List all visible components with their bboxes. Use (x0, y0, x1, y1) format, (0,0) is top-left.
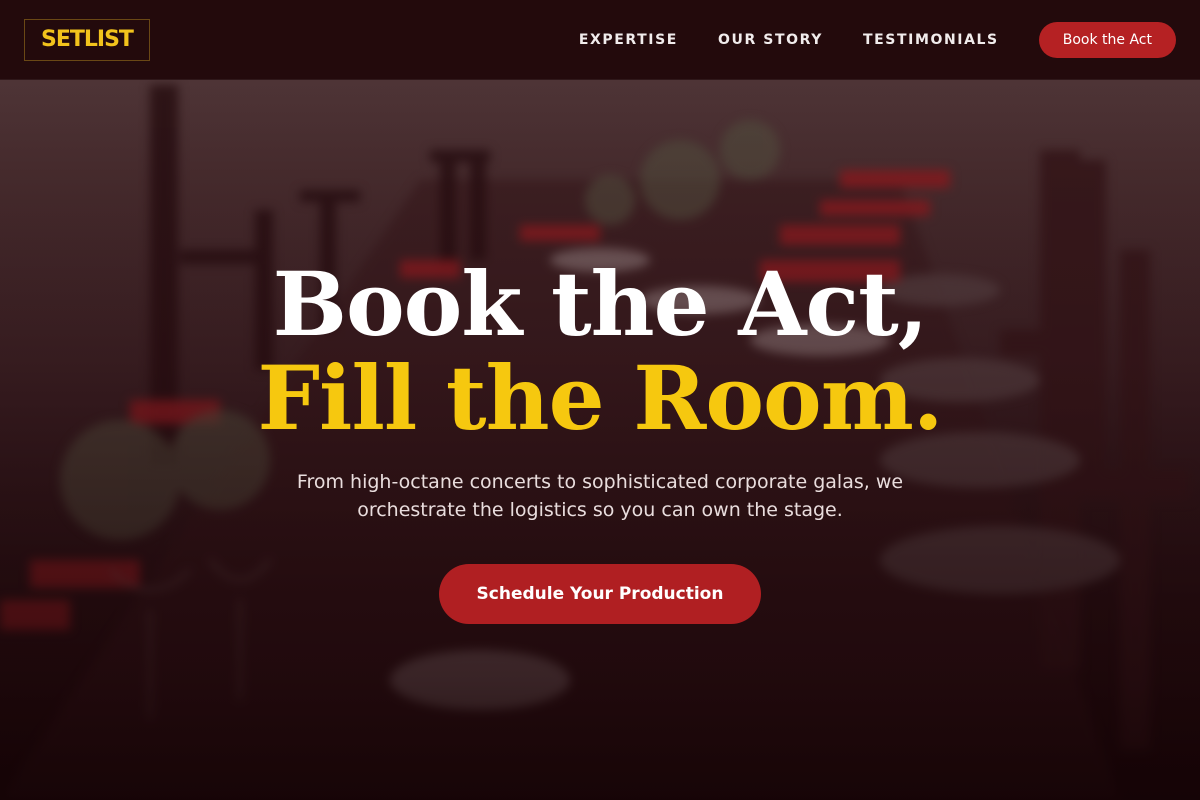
hero-section: Book the Act, Fill the Room. From high-o… (0, 260, 1200, 624)
book-the-act-button[interactable]: Book the Act (1038, 21, 1176, 58)
headline-line-2: Fill the Room. (257, 346, 944, 450)
logo[interactable]: SETLIST (24, 18, 150, 61)
nav-link-testimonials[interactable]: TESTIMONIALS (863, 32, 999, 48)
nav-link-our-story[interactable]: OUR STORY (718, 32, 823, 48)
site-header: SETLIST EXPERTISE OUR STORY TESTIMONIALS… (0, 0, 1200, 80)
headline-line-1: Book the Act, (272, 252, 929, 356)
hero-subtitle: From high-octane concerts to sophisticat… (296, 471, 904, 521)
main-nav: EXPERTISE OUR STORY TESTIMONIALS Book th… (579, 21, 1176, 58)
schedule-production-button[interactable]: Schedule Your Production (439, 564, 761, 624)
hero-headline: Book the Act, Fill the Room. (0, 260, 1200, 442)
nav-link-expertise[interactable]: EXPERTISE (579, 32, 678, 48)
